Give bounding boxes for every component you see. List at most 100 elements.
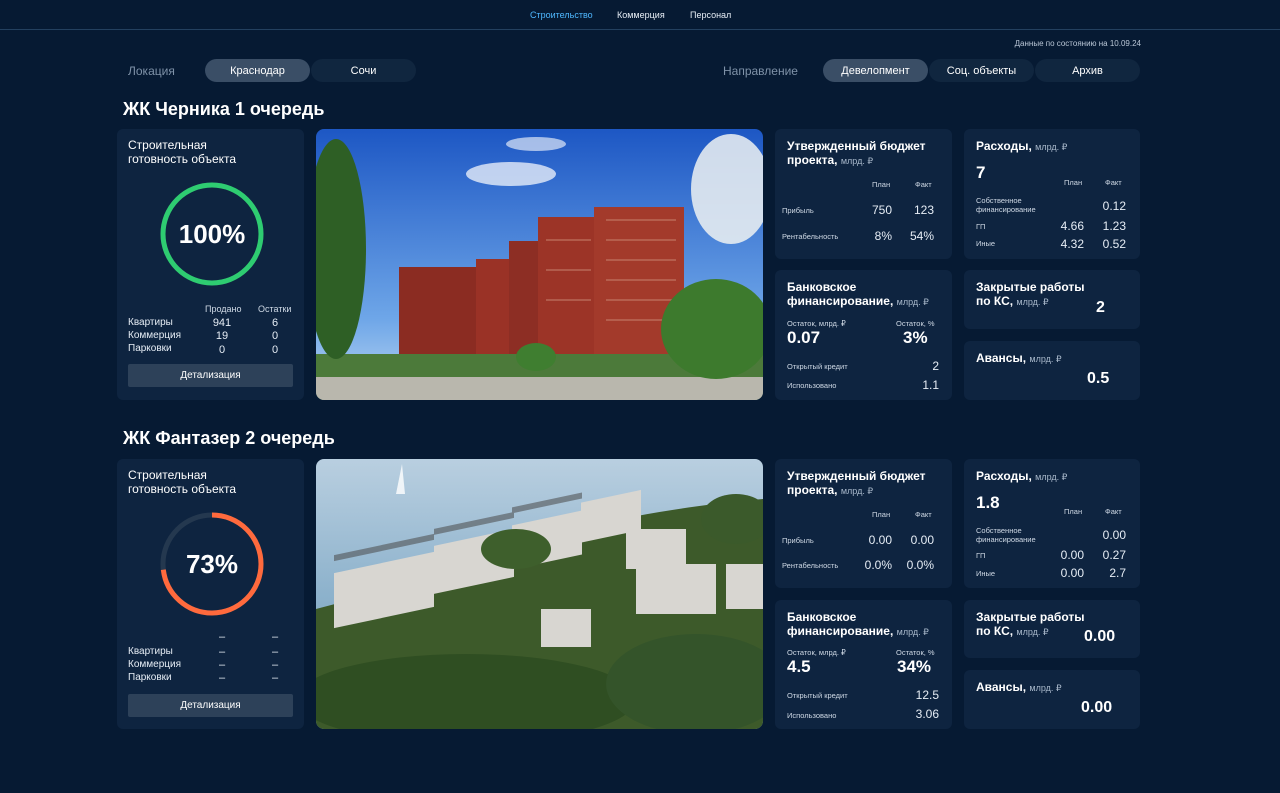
other-label: Иные: [976, 569, 996, 578]
sold-parking: 0: [218, 344, 226, 356]
direction-archive-button[interactable]: Архив: [1035, 59, 1140, 82]
used-label: Использовано: [787, 711, 837, 720]
open-credit-value: 12.5: [915, 688, 939, 702]
data-date-note: Данные по состоянию на 10.09.24: [1014, 39, 1141, 48]
profit-fact: 0.00: [910, 533, 934, 547]
fact-header: Факт: [915, 510, 932, 519]
sold-commerce: –: [218, 659, 226, 671]
closed-works-title: Закрытые работы по КС, млрд. ₽: [976, 280, 1085, 308]
bank-title: Банковское финансирование, млрд. ₽: [787, 280, 929, 308]
details-button[interactable]: Детализация: [128, 364, 293, 387]
gp-plan: 0.00: [1060, 548, 1084, 562]
readiness-percent: 73%: [185, 548, 239, 579]
direction-development-button[interactable]: Девелопмент: [823, 59, 928, 82]
balance-percent: 3%: [903, 328, 928, 347]
top-nav: Строительство Коммерция Персонал: [0, 0, 1280, 30]
left-header: –: [271, 631, 279, 643]
used-value: 1.1: [922, 378, 939, 392]
tab-personnel[interactable]: Персонал: [690, 10, 731, 20]
sold-commerce: 19: [215, 330, 229, 342]
expenses-card: Расходы, млрд. ₽ 1.8 План Факт Собственн…: [964, 459, 1140, 588]
balance-value: 0.07: [787, 328, 821, 347]
expenses-fact-header: Факт: [1105, 507, 1122, 516]
own-financing-label: Собственное финансирование: [976, 196, 1036, 214]
project-photo: [316, 129, 763, 400]
plan-header: План: [872, 510, 891, 519]
other-plan: 0.00: [1060, 566, 1084, 580]
balance-pct-label: Остаток, %: [896, 319, 935, 328]
row-apartments-label: Квартиры: [128, 317, 173, 328]
left-parking: –: [271, 672, 279, 684]
profit-label: Прибыль: [782, 536, 814, 545]
profit-plan: 0.00: [868, 533, 892, 547]
fact-header: Факт: [915, 180, 932, 189]
used-label: Использовано: [787, 381, 837, 390]
expenses-title: Расходы, млрд. ₽: [976, 469, 1068, 483]
balance-pct-label: Остаток, %: [896, 648, 935, 657]
plan-header: План: [872, 180, 891, 189]
left-commerce: –: [271, 659, 279, 671]
advances-title: Авансы, млрд. ₽: [976, 351, 1062, 365]
left-parking: 0: [271, 344, 279, 356]
expenses-plan-header: План: [1064, 178, 1083, 187]
location-sochi-button[interactable]: Сочи: [311, 59, 416, 82]
budget-title: Утвержденный бюджет проекта, млрд. ₽: [787, 139, 926, 167]
own-fact: 0.00: [1102, 528, 1126, 542]
direction-label: Направление: [723, 64, 798, 78]
location-label: Локация: [128, 64, 175, 78]
advances-value: 0.00: [1081, 699, 1113, 716]
open-credit-value: 2: [932, 359, 939, 373]
row-commerce-label: Коммерция: [128, 330, 181, 341]
row-commerce-label: Коммерция: [128, 659, 181, 670]
readiness-card: Строительная готовность объекта 100% Про…: [117, 129, 304, 400]
profitability-fact: 54%: [909, 229, 934, 243]
profit-label: Прибыль: [782, 206, 814, 215]
sold-apartments: –: [218, 646, 226, 658]
budget-card: Утвержденный бюджет проекта, млрд. ₽ Пла…: [775, 459, 952, 588]
readiness-title: Строительная готовность объекта: [128, 138, 237, 166]
tab-commerce[interactable]: Коммерция: [617, 10, 665, 20]
other-fact: 2.7: [1109, 566, 1126, 580]
closed-works-value: 2: [1096, 299, 1105, 316]
expenses-title: Расходы, млрд. ₽: [976, 139, 1068, 153]
gp-label: ГП: [976, 551, 986, 560]
expenses-total: 7: [976, 163, 986, 182]
advances-card: Авансы, млрд. ₽ 0.00: [964, 670, 1140, 729]
bank-card: Банковское финансирование, млрд. ₽ Остат…: [775, 270, 952, 400]
location-krasnodar-button[interactable]: Краснодар: [205, 59, 310, 82]
gp-fact: 0.27: [1102, 548, 1126, 562]
closed-works-card: Закрытые работы по КС, млрд. ₽ 0.00: [964, 600, 1140, 658]
bank-card: Банковское финансирование, млрд. ₽ Остат…: [775, 600, 952, 729]
gp-label: ГП: [976, 222, 986, 231]
sold-apartments: 941: [212, 317, 232, 329]
expenses-plan-header: План: [1064, 507, 1083, 516]
sold-header: Продано: [205, 304, 242, 314]
left-header: Остатки: [258, 304, 292, 314]
readiness-card: Строительная готовность объекта 73% – – …: [117, 459, 304, 729]
open-credit-label: Открытый кредит: [787, 362, 848, 371]
used-value: 3.06: [915, 707, 939, 721]
tab-construction[interactable]: Строительство: [530, 10, 593, 20]
budget-title: Утвержденный бюджет проекта, млрд. ₽: [787, 469, 926, 497]
left-commerce: 0: [271, 330, 279, 342]
details-button[interactable]: Детализация: [128, 694, 293, 717]
expenses-card: Расходы, млрд. ₽ 7 План Факт Собственное…: [964, 129, 1140, 259]
bank-title: Банковское финансирование, млрд. ₽: [787, 610, 929, 638]
advances-card: Авансы, млрд. ₽ 0.5: [964, 341, 1140, 400]
other-label: Иные: [976, 239, 996, 248]
direction-social-button[interactable]: Соц. объекты: [929, 59, 1034, 82]
closed-works-value: 0.00: [1084, 628, 1116, 645]
left-apartments: –: [271, 646, 279, 658]
balance-bln-label: Остаток, млрд. ₽: [787, 319, 846, 328]
advances-value: 0.5: [1087, 370, 1110, 387]
profit-plan: 750: [871, 203, 892, 217]
profitability-label: Рентабельность: [782, 561, 839, 570]
budget-card: Утвержденный бюджет проекта, млрд. ₽ Пла…: [775, 129, 952, 259]
closed-works-title: Закрытые работы по КС, млрд. ₽: [976, 610, 1085, 638]
advances-title: Авансы, млрд. ₽: [976, 680, 1062, 694]
profitability-fact: 0.0%: [906, 558, 934, 572]
project-photo: [316, 459, 763, 729]
sold-parking: –: [218, 672, 226, 684]
row-parking-label: Парковки: [128, 672, 172, 683]
closed-works-card: Закрытые работы по КС, млрд. ₽ 2: [964, 270, 1140, 329]
